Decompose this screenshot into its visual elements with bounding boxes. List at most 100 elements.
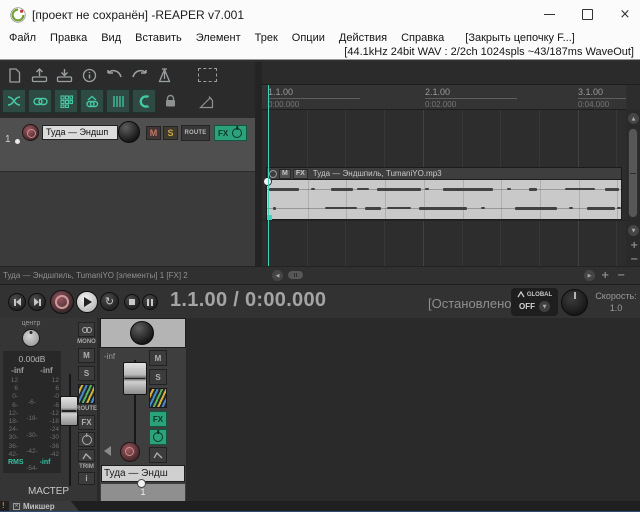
media-item-header[interactable]: M FX Туда — Эндшпиль, TumaniYO.mp3 <box>267 168 621 180</box>
master-info-button[interactable]: i <box>78 472 95 485</box>
playrate-knob[interactable] <box>561 289 588 316</box>
menu-bar: Файл Правка Вид Вставить Элемент Трек Опции Дей… <box>2 30 638 46</box>
close-button[interactable]: × <box>606 0 640 29</box>
record-button[interactable] <box>50 290 74 314</box>
master-pan-knob[interactable] <box>22 329 40 347</box>
lock-toggle-button[interactable] <box>158 89 182 113</box>
arrange-body[interactable]: M FX Туда — Эндшпиль, TumaniYO.mp3 <box>262 110 626 266</box>
menu-item[interactable]: Действия <box>339 32 387 44</box>
go-to-end-button[interactable] <box>28 293 46 311</box>
mixer-fx-button[interactable]: FX <box>149 411 167 427</box>
marquee-select-button[interactable] <box>195 65 220 85</box>
track-1-panel[interactable]: 1 Туда — Эндшп M S ROUTE FX <box>0 118 255 172</box>
horizontal-zoom-out-icon[interactable]: − <box>617 271 625 281</box>
automation-curve-icon <box>82 452 92 460</box>
track-name-field[interactable]: Туда — Эндшп <box>42 125 118 140</box>
media-item[interactable]: M FX Туда — Эндшпиль, TumaniYO.mp3 <box>266 167 622 220</box>
mixer-track-strip: -inf M S FX Туда — Эндш 1 <box>100 318 186 501</box>
playrate-label: Скорость: <box>592 291 640 301</box>
menu-item[interactable]: Трек <box>255 32 278 44</box>
minimize-button[interactable] <box>530 0 568 29</box>
audio-status: [44.1kHz 24bit WAV : 2/2ch 1024spls ~43/… <box>0 46 634 60</box>
mixer-fader[interactable] <box>123 362 147 395</box>
menu-item[interactable]: Вставить <box>135 32 182 44</box>
ripple-edit-button[interactable] <box>54 89 78 113</box>
menu-item[interactable]: Элемент <box>196 32 241 44</box>
menu-item[interactable]: [Закрыть цепочку F...] <box>465 32 575 44</box>
project-settings-button[interactable] <box>77 65 102 85</box>
master-fx-button[interactable]: FX <box>78 415 95 430</box>
global-dropdown-icon[interactable]: ▼ <box>539 301 550 312</box>
mixer-fx-power-button[interactable] <box>149 429 167 445</box>
redo-icon[interactable] <box>127 65 152 85</box>
fx-power-icon[interactable] <box>232 128 242 138</box>
master-automation-button[interactable] <box>78 449 95 462</box>
menu-item[interactable]: Справка <box>401 32 444 44</box>
automation-curve-icon <box>153 451 163 459</box>
vertical-zoom-out-icon[interactable]: − <box>630 255 638 265</box>
master-meter-panel: 0.00dB -inf-inf 1260-6-12-18-24-30-36-42… <box>3 351 61 473</box>
scroll-left-icon[interactable]: ◀ <box>272 270 283 281</box>
menu-item[interactable]: Опции <box>292 32 325 44</box>
pause-button[interactable] <box>142 294 158 310</box>
menu-item[interactable]: Вид <box>101 32 121 44</box>
menu-item[interactable]: Файл <box>9 32 36 44</box>
mixer-docker-tab[interactable]: × Микшер <box>9 501 79 511</box>
track-solo-button[interactable]: S <box>163 126 178 140</box>
open-project-button[interactable] <box>27 65 52 85</box>
record-arm-button[interactable] <box>22 124 39 141</box>
vertical-scroll-thumb[interactable] <box>628 128 638 218</box>
mixer-mute-button[interactable]: M <box>149 350 167 366</box>
master-solo-button[interactable]: S <box>78 366 95 381</box>
item-grouping-button[interactable] <box>28 89 52 113</box>
razor-edit-button[interactable] <box>194 89 218 113</box>
ruler[interactable]: 1.1.000:00.0002.1.000:02.0003.1.000:04.0… <box>262 85 626 110</box>
stop-button[interactable] <box>124 294 140 310</box>
item-lock-icon[interactable] <box>269 170 277 178</box>
master-mono-button[interactable] <box>78 322 95 337</box>
track-route-button[interactable]: ROUTE <box>181 125 210 141</box>
play-button[interactable] <box>76 291 98 313</box>
power-icon <box>82 435 92 445</box>
track-volume-knob[interactable] <box>118 121 140 143</box>
global-automation-button[interactable]: GLOBAL OFF▼ <box>511 288 558 316</box>
item-mute-badge[interactable]: M <box>279 169 291 179</box>
maximize-button[interactable] <box>568 0 606 29</box>
transport-time-display[interactable]: 1.1.00 / 0:00.000 <box>170 289 326 312</box>
item-waveform[interactable] <box>267 180 621 219</box>
speaker-icon[interactable] <box>104 446 111 456</box>
vertical-scrollbar[interactable]: ▲ ▼ + − <box>626 110 640 266</box>
mixer-solo-button[interactable]: S <box>149 369 167 385</box>
scroll-right-icon[interactable]: ▶ <box>584 270 595 281</box>
go-to-start-button[interactable] <box>8 293 26 311</box>
repeat-button[interactable]: ↻ <box>100 292 119 311</box>
menu-item[interactable]: Правка <box>50 32 87 44</box>
track-mute-button[interactable]: M <box>146 126 161 140</box>
tab-close-icon[interactable]: × <box>13 503 20 510</box>
mixer-pan-knob[interactable] <box>130 321 154 345</box>
save-project-button[interactable] <box>52 65 77 85</box>
new-project-button[interactable] <box>2 65 27 85</box>
track-fx-button[interactable]: FX <box>214 125 247 141</box>
master-fx-power-button[interactable] <box>78 432 95 447</box>
horizontal-zoom-in-icon[interactable]: + <box>601 271 609 281</box>
grid-toggle-button[interactable] <box>106 89 130 113</box>
scroll-down-icon[interactable]: ▼ <box>628 225 639 236</box>
track-control-panel: 1 Туда — Эндшп M S ROUTE FX <box>0 118 255 266</box>
master-mute-button[interactable]: M <box>78 348 95 363</box>
metronome-icon[interactable] <box>152 65 177 85</box>
snap-toggle-button[interactable] <box>132 89 156 113</box>
item-fx-badge[interactable]: FX <box>293 169 308 179</box>
crossfade-toggle-button[interactable] <box>2 89 26 113</box>
vertical-zoom-in-icon[interactable]: + <box>630 241 638 251</box>
envelope-group-button[interactable] <box>80 89 104 113</box>
title-bar[interactable]: [проект не сохранён] -REAPER v7.001 × <box>0 0 640 30</box>
mixer-record-arm-button[interactable] <box>120 442 140 462</box>
undo-icon[interactable] <box>102 65 127 85</box>
master-phase-button[interactable] <box>78 384 95 404</box>
mixer-phase-button[interactable] <box>149 388 167 408</box>
horizontal-scroll-thumb[interactable] <box>287 270 304 280</box>
tcp-arrange-divider[interactable] <box>255 62 262 266</box>
mixer-automation-button[interactable] <box>149 447 167 463</box>
scroll-up-icon[interactable]: ▲ <box>628 113 639 124</box>
